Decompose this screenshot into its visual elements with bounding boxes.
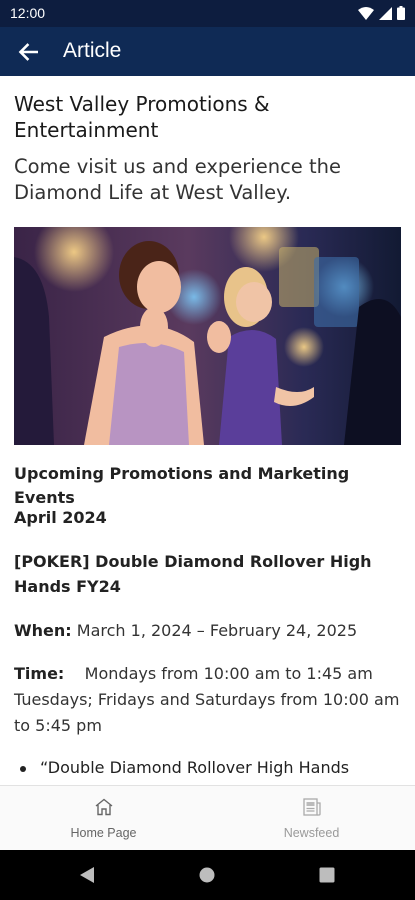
article-subtitle: Come visit us and experience the Diamond… (14, 155, 341, 204)
status-bar: 12:00 (0, 0, 415, 27)
event-when: When: March 1, 2024 – February 24, 2025 (14, 619, 404, 643)
nav-item-home[interactable]: Home Page (0, 786, 207, 851)
when-label: When: (14, 621, 72, 640)
cellular-signal-icon (379, 6, 392, 20)
system-back-icon[interactable] (79, 866, 95, 884)
arrow-left-icon (18, 43, 38, 61)
system-recents-icon[interactable] (319, 867, 335, 883)
newsfeed-icon (302, 798, 321, 816)
back-button[interactable] (14, 39, 42, 65)
when-value: March 1, 2024 – February 24, 2025 (76, 621, 358, 640)
time-value: Mondays from 10:00 am to 1:45 am Tuesday… (14, 664, 400, 735)
hero-image (14, 227, 401, 445)
time-label: Time: (14, 664, 65, 683)
section-heading: Upcoming Promotions and Marketing Events (14, 464, 350, 507)
system-navigation-bar (0, 850, 415, 900)
list-item: “Double Diamond Rollover High Hands (20, 756, 400, 780)
bullet-text: “Double Diamond Rollover High Hands (40, 758, 350, 777)
battery-icon (397, 6, 405, 20)
system-home-icon[interactable] (199, 867, 215, 883)
month-heading: April 2024 (14, 508, 107, 527)
event-time: Time: Mondays from 10:00 am to 1:45 am T… (14, 661, 404, 739)
casino-photo (14, 227, 401, 445)
bottom-navigation: Home Page Newsfeed (0, 785, 415, 850)
article-title: West Valley Promotions & Entertainment (14, 92, 270, 142)
nav-label-home: Home Page (70, 826, 137, 840)
status-icons (358, 6, 405, 20)
nav-item-newsfeed[interactable]: Newsfeed (208, 786, 415, 851)
app-bar: Article (0, 27, 415, 76)
status-time: 12:00 (10, 5, 46, 21)
app-title: Article (63, 39, 122, 62)
wifi-icon (358, 6, 374, 20)
nav-label-newsfeed: Newsfeed (283, 826, 340, 840)
bullet-dot (20, 766, 26, 772)
home-icon (95, 798, 112, 816)
article-content[interactable]: West Valley Promotions & Entertainment C… (0, 76, 415, 785)
event-title: [POKER] Double Diamond Rollover High Han… (14, 552, 372, 596)
